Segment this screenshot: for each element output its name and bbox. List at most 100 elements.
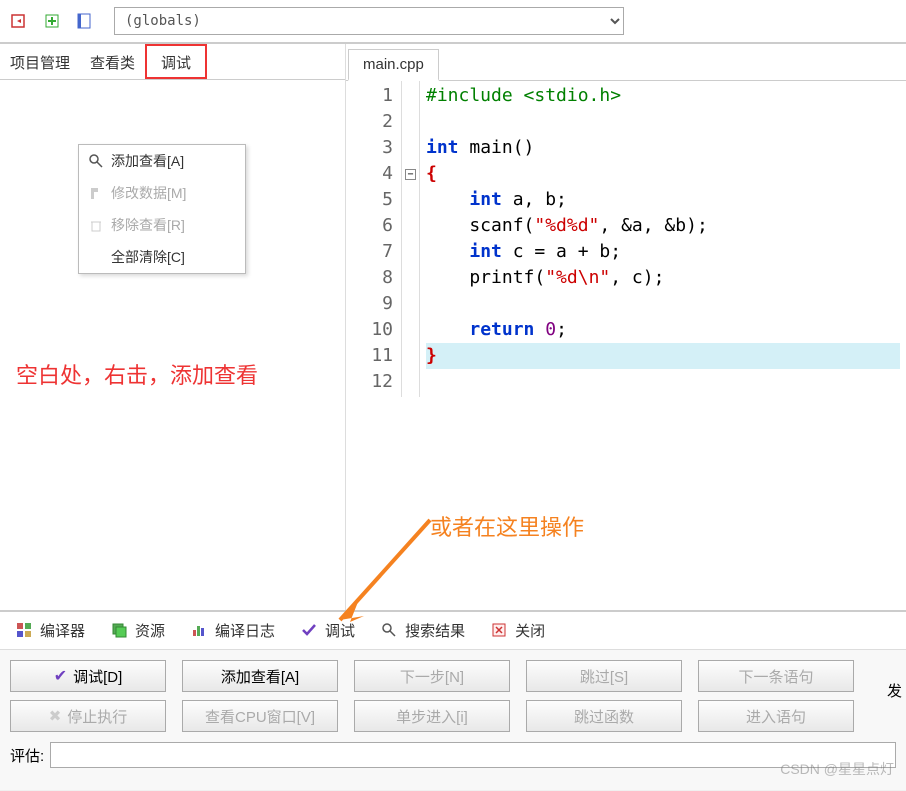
menu-add-watch[interactable]: 添加查看[A] <box>79 145 245 177</box>
debug-button: 下一条语句 <box>698 660 854 692</box>
debug-button: 跳过[S] <box>526 660 682 692</box>
fold-toggle[interactable]: − <box>405 169 416 180</box>
eval-label: 评估: <box>10 745 44 766</box>
fold-column: − <box>402 81 420 397</box>
button-label: 查看CPU窗口[V] <box>205 706 315 727</box>
button-label: 跳过[S] <box>580 666 628 687</box>
add-icon[interactable] <box>40 9 64 33</box>
fold-cell <box>402 369 419 395</box>
bottom-panel: 编译器 资源编译日志 调试 搜索结果 关闭 ✔调试[D] 添加查看[A] 下一步[N] 跳过[… <box>0 610 906 790</box>
tab-classes[interactable]: 查看类 <box>80 44 145 79</box>
line-number: 3 <box>346 135 393 161</box>
button-label: 下一步[N] <box>400 666 464 687</box>
close-icon <box>491 622 509 640</box>
side-label: 发 <box>887 680 902 701</box>
code-line[interactable]: #include <stdio.h> <box>426 83 900 109</box>
button-label: 跳过函数 <box>574 706 634 727</box>
chart-icon <box>191 622 209 640</box>
debug-button: 跳过函数 <box>526 700 682 732</box>
menu-modify-data: 修改数据[M] <box>79 177 245 209</box>
code-line[interactable]: int c = a + b; <box>426 239 900 265</box>
context-menu: 添加查看[A] 修改数据[M] 移除查看[R] 全部清除[C] <box>78 144 246 274</box>
fold-cell: − <box>402 161 419 187</box>
line-number: 5 <box>346 187 393 213</box>
debug-button: 查看CPU窗口[V] <box>182 700 338 732</box>
line-number: 8 <box>346 265 393 291</box>
globals-select[interactable]: (globals) <box>114 7 624 35</box>
line-number: 10 <box>346 317 393 343</box>
toolbar: (globals) <box>0 0 906 44</box>
tab-label: 资源 <box>135 620 165 641</box>
line-number: 6 <box>346 213 393 239</box>
search-icon <box>381 622 399 640</box>
trash-icon <box>87 216 105 234</box>
blank-icon <box>87 248 105 266</box>
debug-button: 单步进入[i] <box>354 700 510 732</box>
menu-label: 修改数据[M] <box>111 183 186 203</box>
bottom-tab-关闭[interactable]: 关闭 <box>485 616 551 645</box>
debug-button: 下一步[N] <box>354 660 510 692</box>
eval-row: 评估: <box>0 738 906 772</box>
code-line[interactable]: int main() <box>426 135 900 161</box>
code-line[interactable]: scanf("%d%d", &a, &b); <box>426 213 900 239</box>
button-label: 进入语句 <box>746 706 806 727</box>
button-row-1: ✔调试[D] 添加查看[A] 下一步[N] 跳过[S] 下一条语句 <box>10 660 896 692</box>
search-icon <box>87 152 105 170</box>
fold-cell <box>402 187 419 213</box>
bottom-tab-编译器[interactable]: 编译器 <box>10 616 91 645</box>
code-line[interactable]: } <box>426 343 900 369</box>
bottom-tab-资源[interactable]: 资源 <box>105 616 171 645</box>
book-icon[interactable] <box>72 9 96 33</box>
file-tabs: main.cpp <box>346 44 906 80</box>
line-number: 1 <box>346 83 393 109</box>
code-line[interactable] <box>426 369 900 395</box>
code-line[interactable]: int a, b; <box>426 187 900 213</box>
left-panel: 项目管理 查看类 调试 添加查看[A] 修改数据[M] 移除查 <box>0 44 346 610</box>
fold-cell <box>402 265 419 291</box>
line-number: 7 <box>346 239 393 265</box>
line-number: 4 <box>346 161 393 187</box>
button-label: 停止执行 <box>67 706 127 727</box>
tab-label: 调试 <box>325 620 355 641</box>
button-label: 调试[D] <box>73 666 122 687</box>
fold-cell <box>402 317 419 343</box>
code-line[interactable] <box>426 291 900 317</box>
code-line[interactable]: { <box>426 161 900 187</box>
fold-cell <box>402 135 419 161</box>
code-line[interactable] <box>426 109 900 135</box>
bottom-tab-编译日志[interactable]: 编译日志 <box>185 616 281 645</box>
menu-clear-all[interactable]: 全部清除[C] <box>79 241 245 273</box>
button-label: 下一条语句 <box>738 666 813 687</box>
tab-label: 搜索结果 <box>405 620 465 641</box>
bottom-tabs: 编译器 资源编译日志 调试 搜索结果 关闭 <box>0 612 906 650</box>
debug-button[interactable]: 添加查看[A] <box>182 660 338 692</box>
x-icon: ✖ <box>49 707 62 725</box>
code-area[interactable]: 123456789101112 − #include <stdio.h>int … <box>346 80 906 397</box>
line-number: 9 <box>346 291 393 317</box>
eval-input[interactable] <box>50 742 896 768</box>
tab-debug[interactable]: 调试 <box>145 44 207 79</box>
code-line[interactable]: printf("%d\n", c); <box>426 265 900 291</box>
fold-cell <box>402 213 419 239</box>
debug-button: ✖ 停止执行 <box>10 700 166 732</box>
tab-label: 关闭 <box>515 620 545 641</box>
back-icon[interactable] <box>8 9 32 33</box>
fold-cell <box>402 239 419 265</box>
menu-label: 全部清除[C] <box>111 247 185 267</box>
menu-label: 移除查看[R] <box>111 215 185 235</box>
annotation-orange: 或者在这里操作 <box>430 510 584 542</box>
bottom-tab-搜索结果[interactable]: 搜索结果 <box>375 616 471 645</box>
watermark: CSDN @星星点灯 <box>780 759 894 779</box>
code-line[interactable]: return 0; <box>426 317 900 343</box>
file-tab-main[interactable]: main.cpp <box>348 49 439 81</box>
button-row-2: ✖ 停止执行 查看CPU窗口[V] 单步进入[i] 跳过函数 进入语句 <box>10 700 896 732</box>
code-lines[interactable]: #include <stdio.h>int main(){ int a, b; … <box>420 81 906 397</box>
debug-button: 进入语句 <box>698 700 854 732</box>
stack-icon <box>111 622 129 640</box>
grid-icon <box>16 622 34 640</box>
debug-button[interactable]: ✔调试[D] <box>10 660 166 692</box>
menu-label: 添加查看[A] <box>111 151 184 171</box>
bottom-tab-调试[interactable]: 调试 <box>295 616 361 645</box>
tab-project[interactable]: 项目管理 <box>0 44 80 79</box>
fold-cell <box>402 83 419 109</box>
